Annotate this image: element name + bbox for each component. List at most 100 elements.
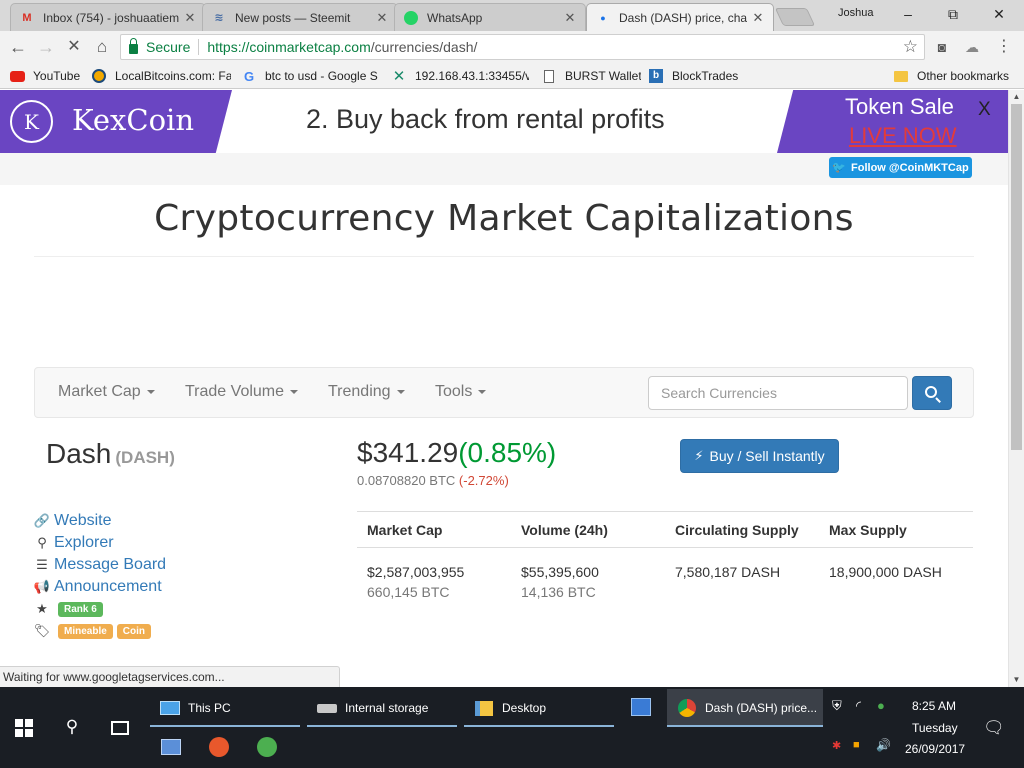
scroll-thumb[interactable] xyxy=(1011,104,1022,450)
clock-day[interactable]: Tuesday xyxy=(912,721,958,735)
clock-time[interactable]: 8:25 AM xyxy=(912,699,956,713)
youtube-icon xyxy=(9,69,25,83)
close-window-icon[interactable]: ✕ xyxy=(984,4,1014,24)
message-board-link[interactable]: Message Board xyxy=(54,556,166,574)
follow-label: Follow @CoinMKTCap xyxy=(851,161,969,174)
wifi-icon[interactable]: ◜ xyxy=(856,698,861,714)
banner-brand: KexCoin xyxy=(72,103,195,137)
windows-start-icon[interactable] xyxy=(15,719,33,737)
minimize-icon[interactable]: – xyxy=(893,4,923,24)
close-icon[interactable]: ✕ xyxy=(183,10,197,26)
network-settings-icon[interactable] xyxy=(160,736,182,758)
taskbar-app-chrome[interactable]: Dash (DASH) price... xyxy=(667,689,823,727)
windows-taskbar: ⚲ This PC Internal storage Desktop Dash … xyxy=(0,687,1024,768)
task-view-icon[interactable] xyxy=(108,717,132,739)
bookmark-google[interactable]: G btc to usd - Google S xyxy=(241,67,379,85)
tab-steemit[interactable]: ≋ New posts — Steemit ✕ xyxy=(202,3,398,31)
header-max-supply: Max Supply xyxy=(829,522,907,538)
banner-close-button[interactable]: X xyxy=(978,99,991,121)
active-indicator xyxy=(307,725,457,727)
tray-alert-icon[interactable]: ✱ xyxy=(832,739,841,752)
network-icon: ✕ xyxy=(392,68,406,85)
coin-links: 🔗 Website ⚲ Explorer ☰ Message Board 📢 A… xyxy=(34,510,166,642)
bookmark-other[interactable]: Other bookmarks xyxy=(893,67,1019,85)
bookmark-blocktrades[interactable]: b BlockTrades xyxy=(648,67,740,85)
action-center-icon[interactable]: 🗨 xyxy=(983,718,1005,738)
media-player-icon[interactable] xyxy=(630,697,652,717)
header-volume: Volume (24h) xyxy=(521,522,608,538)
secure-indicator[interactable]: Secure xyxy=(129,37,190,55)
nav-trending[interactable]: Trending xyxy=(328,383,405,401)
scroll-down-icon[interactable]: ▼ xyxy=(1009,673,1024,687)
audio-app-icon[interactable] xyxy=(208,736,230,758)
menu-icon[interactable]: ⋮ xyxy=(994,37,1014,57)
logo-letter: K xyxy=(24,109,39,134)
search-icon[interactable]: ⚲ xyxy=(60,715,84,739)
back-icon[interactable]: ← xyxy=(7,36,29,58)
volume-icon[interactable]: 🔊 xyxy=(876,738,891,752)
explorer-link[interactable]: Explorer xyxy=(54,534,114,552)
taskbar-app-internal-storage[interactable]: Internal storage xyxy=(307,689,457,727)
tray-update-icon[interactable]: ■ xyxy=(853,739,860,751)
tab-whatsapp[interactable]: WhatsApp ✕ xyxy=(394,3,586,31)
bookmark-star-icon[interactable]: ☆ xyxy=(903,37,918,57)
header-circulating-supply: Circulating Supply xyxy=(675,522,799,538)
defender-icon[interactable]: ⛨ xyxy=(832,698,842,714)
site-title[interactable]: Cryptocurrency Market Capitalizations xyxy=(0,198,1008,239)
bookmark-youtube[interactable]: YouTube xyxy=(9,67,85,85)
extension-cloud-icon[interactable]: ☁ xyxy=(962,37,982,57)
main-navbar: Market Cap Trade Volume Trending Tools S… xyxy=(34,367,974,418)
tag-badge: Mineable xyxy=(58,623,113,639)
taskbar-app-desktop[interactable]: Desktop xyxy=(464,689,614,727)
nav-label: Trending xyxy=(328,383,391,400)
website-link[interactable]: Website xyxy=(54,512,112,530)
rank-row: ★ Rank 6 xyxy=(34,598,166,620)
tag-badge: Coin xyxy=(116,623,152,639)
drive-icon xyxy=(317,698,337,718)
tray-app-icon[interactable]: ● xyxy=(877,698,885,713)
kexcoin-ad-banner[interactable]: K KexCoin 2. Buy back from rental profit… xyxy=(0,90,1008,153)
taskbar-app-label: Desktop xyxy=(502,701,547,715)
google-icon: G xyxy=(243,68,255,84)
link-announcement[interactable]: 📢 Announcement xyxy=(34,576,166,598)
link-message-board[interactable]: ☰ Message Board xyxy=(34,554,166,576)
rank-badge: Rank 6 xyxy=(58,601,103,617)
address-bar[interactable]: Secure https://coinmarketcap.com /curren… xyxy=(120,34,925,60)
clock-date[interactable]: 26/09/2017 xyxy=(905,742,965,756)
nav-label: Trade Volume xyxy=(185,383,285,400)
new-tab-button[interactable] xyxy=(774,8,816,26)
search-button[interactable] xyxy=(912,376,952,410)
forward-icon[interactable]: → xyxy=(35,36,57,58)
close-icon[interactable]: ✕ xyxy=(751,10,765,26)
taskbar-app-this-pc[interactable]: This PC xyxy=(150,689,300,727)
twitter-follow-button[interactable]: 🐦 Follow @CoinMKTCap xyxy=(829,157,972,178)
nav-tools[interactable]: Tools xyxy=(435,383,487,401)
price-usd-value: $341.29 xyxy=(357,437,459,468)
announcement-link[interactable]: Announcement xyxy=(54,578,162,596)
page-scrollbar[interactable]: ▲ ▼ xyxy=(1008,90,1024,687)
link-explorer[interactable]: ⚲ Explorer xyxy=(34,532,166,554)
taskbar-app-label: Dash (DASH) price... xyxy=(705,701,818,715)
tab-dash-price[interactable]: ● Dash (DASH) price, charts ✕ xyxy=(586,3,774,31)
scroll-up-icon[interactable]: ▲ xyxy=(1009,90,1024,104)
close-icon[interactable]: ✕ xyxy=(375,10,389,26)
profile-name[interactable]: Joshua xyxy=(838,7,873,19)
nav-trade-volume[interactable]: Trade Volume xyxy=(185,383,299,401)
restore-icon[interactable]: ⧉ xyxy=(938,4,968,24)
tab-gmail[interactable]: M Inbox (754) - joshuaatiem ✕ xyxy=(10,3,206,31)
close-icon[interactable]: ✕ xyxy=(563,10,577,26)
buy-sell-button[interactable]: ⚡ Buy / Sell Instantly xyxy=(680,439,839,473)
home-icon[interactable]: ⌂ xyxy=(91,36,113,58)
nav-market-cap[interactable]: Market Cap xyxy=(58,383,155,401)
link-website[interactable]: 🔗 Website xyxy=(34,510,166,532)
game-app-icon[interactable] xyxy=(256,736,278,758)
cell-circulating-supply: 7,580,187 DASH xyxy=(675,564,781,580)
bookmark-localbitcoins[interactable]: LocalBitcoins.com: Fa xyxy=(91,67,231,85)
extension-shield-icon[interactable]: ◙ xyxy=(932,37,952,57)
bolt-icon: ⚡ xyxy=(694,448,704,463)
stop-icon[interactable]: ✕ xyxy=(63,36,85,58)
taskbar-app-label: Internal storage xyxy=(345,701,429,715)
search-currencies-input[interactable]: Search Currencies xyxy=(648,376,908,410)
bookmark-burst-wallet[interactable]: BURST Wallet xyxy=(541,67,641,85)
bookmark-network[interactable]: ✕ 192.168.43.1:33455/v xyxy=(391,67,529,85)
